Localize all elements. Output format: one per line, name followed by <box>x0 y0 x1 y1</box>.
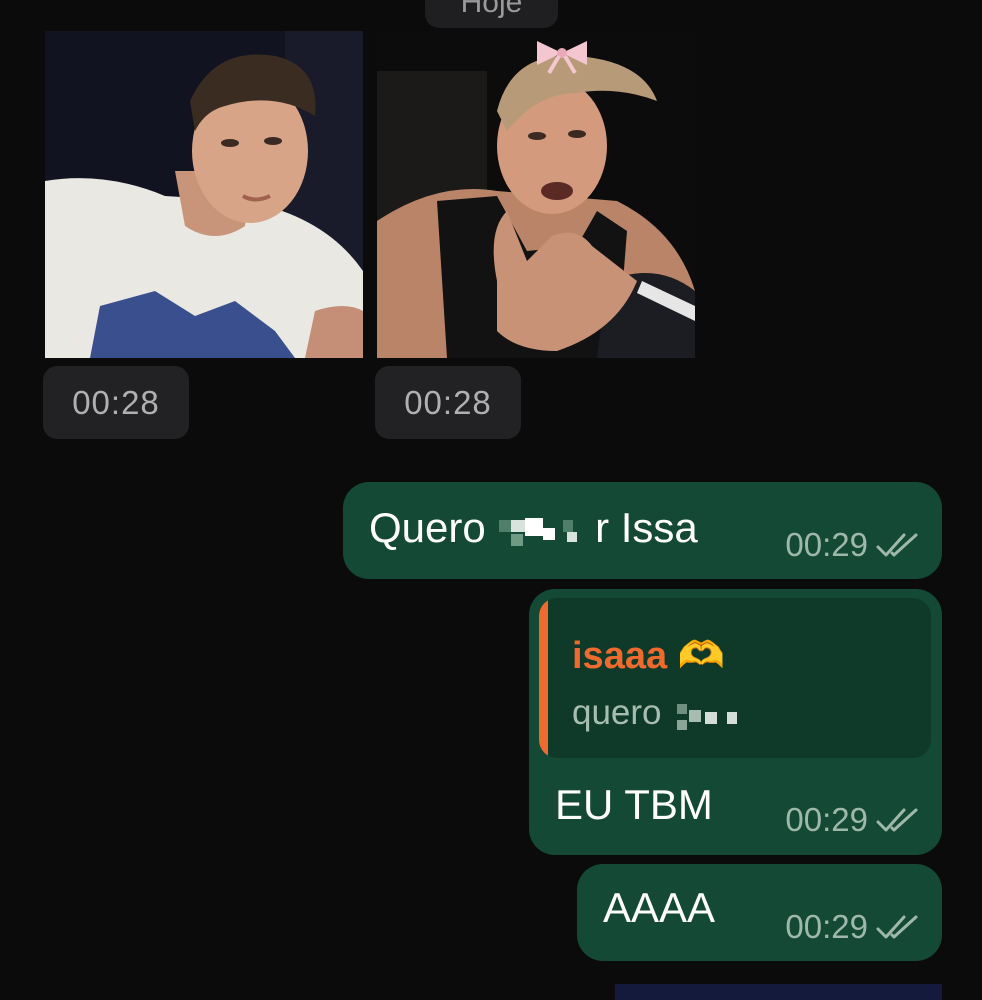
message-text: AAAA <box>603 884 716 931</box>
message-meta: 00:29 <box>785 801 920 839</box>
quoted-reply[interactable]: isaaa 🫶 quero <box>539 598 931 758</box>
censored-pixelation <box>677 703 738 730</box>
quoted-sender-name: isaaa 🫶 <box>572 635 725 677</box>
message-text: Quero r Issa <box>369 504 698 551</box>
received-photo-1[interactable] <box>45 31 363 358</box>
message-time: 00:29 <box>785 908 868 945</box>
double-check-icon <box>876 533 918 557</box>
message-meta: 00:29 <box>785 908 920 946</box>
sent-message-2[interactable]: isaaa 🫶 quero EU TBM 00:29 <box>529 589 942 855</box>
message-meta: 00:29 <box>785 526 920 564</box>
sent-message-1[interactable]: Quero r Issa 00:29 <box>343 482 942 579</box>
photo-2-timestamp: 00:28 <box>375 366 521 439</box>
sent-message-3[interactable]: AAAA 00:29 <box>577 864 942 961</box>
message-time: 00:29 <box>785 526 868 563</box>
double-check-icon <box>876 808 918 832</box>
date-divider: Hoje <box>425 0 558 28</box>
message-text: EU TBM <box>555 781 713 828</box>
quoted-text: quero <box>572 693 741 733</box>
censored-pixelation <box>497 510 583 546</box>
double-check-icon <box>876 915 918 939</box>
photo-1-timestamp: 00:28 <box>43 366 189 439</box>
next-message-image-edge <box>615 984 942 1000</box>
received-photo-2[interactable] <box>377 31 695 358</box>
message-time: 00:29 <box>785 801 868 838</box>
quote-accent-bar <box>539 598 548 758</box>
